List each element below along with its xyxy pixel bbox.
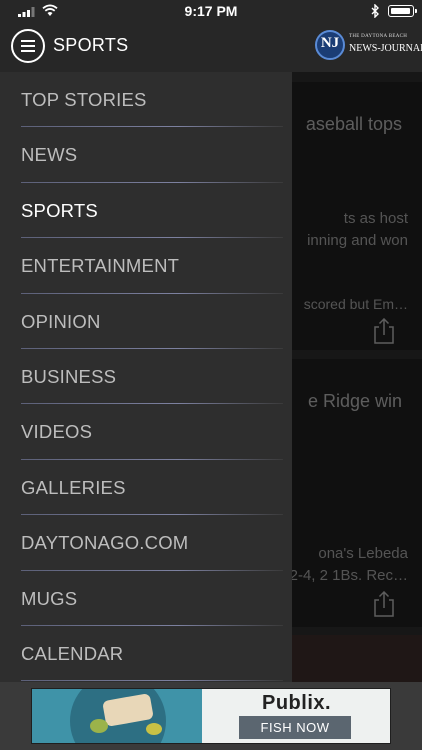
- drawer-item-label: DAYTONAGO.COM: [21, 532, 189, 554]
- drawer-item-entertainment[interactable]: ENTERTAINMENT: [0, 238, 292, 294]
- drawer-item-videos[interactable]: VIDEOS: [0, 404, 292, 460]
- status-bar: 9:17 PM: [0, 0, 422, 22]
- status-time: 9:17 PM: [184, 3, 238, 19]
- drawer-item-label: GALLERIES: [21, 476, 126, 498]
- ad-bar: Publix. FISH NOW: [0, 682, 422, 750]
- ad-cta-button[interactable]: FISH NOW: [239, 716, 351, 739]
- drawer-item-sports[interactable]: SPORTS: [0, 183, 292, 239]
- drawer-item-business[interactable]: BUSINESS: [0, 349, 292, 405]
- bluetooth-icon: [371, 4, 379, 18]
- drawer-scrim[interactable]: [292, 72, 422, 682]
- drawer-item-mugs[interactable]: MUGS: [0, 571, 292, 626]
- logo-tagline: THE DAYTONA BEACH: [349, 34, 408, 39]
- menu-icon[interactable]: [11, 29, 45, 63]
- publix-ad-banner[interactable]: Publix. FISH NOW: [31, 688, 391, 744]
- drawer-item-label: TOP STORIES: [21, 89, 147, 110]
- drawer-item-news[interactable]: NEWS: [0, 127, 292, 183]
- drawer-item-opinion[interactable]: OPINION: [0, 294, 292, 349]
- battery-icon: [388, 5, 417, 17]
- drawer-item-label: CALENDAR: [21, 643, 124, 664]
- ad-garnish: [146, 723, 162, 735]
- logo-letters: NJ: [320, 35, 340, 51]
- drawer-item-calendar[interactable]: CALENDAR: [0, 626, 292, 682]
- nav-drawer: TOP STORIES NEWS SPORTS ENTERTAINMENT OPINIO…: [0, 72, 292, 682]
- drawer-item-galleries[interactable]: GALLERIES: [0, 460, 292, 516]
- news-journal-logo: NJ THE DAYTONA BEACH NEWS-JOURNAL: [315, 30, 422, 62]
- drawer-item-top-stories[interactable]: TOP STORIES: [0, 72, 292, 128]
- ad-food-image: [32, 689, 202, 743]
- drawer-item-label: SPORTS: [21, 199, 98, 221]
- section-title: SPORTS: [53, 35, 129, 55]
- drawer-item-daytonago-com[interactable]: DAYTONAGO.COM: [0, 515, 292, 571]
- drawer-item-label: OPINION: [21, 310, 101, 332]
- ad-garnish: [90, 719, 108, 733]
- drawer-item-label: MUGS: [21, 587, 78, 609]
- drawer-item-label: VIDEOS: [21, 421, 93, 443]
- drawer-item-label: NEWS: [21, 144, 78, 166]
- logo-name: NEWS-JOURNAL: [349, 43, 422, 54]
- drawer-item-label: ENTERTAINMENT: [21, 255, 180, 277]
- app-header: SPORTS NJ THE DAYTONA BEACH NEWS-JOURNAL: [0, 22, 422, 72]
- ad-brand: Publix.: [262, 692, 332, 714]
- drawer-item-label: BUSINESS: [21, 366, 117, 387]
